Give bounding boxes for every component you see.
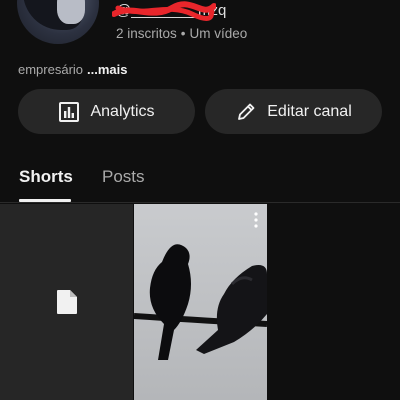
pencil-icon bbox=[238, 103, 255, 120]
tab-posts[interactable]: Posts bbox=[102, 167, 145, 187]
shorts-grid bbox=[0, 204, 400, 400]
edit-channel-button[interactable]: Editar canal bbox=[205, 89, 382, 134]
stats-separator: • bbox=[180, 26, 186, 41]
subscriber-count: 2 inscritos bbox=[116, 26, 177, 41]
video-thumbnail bbox=[134, 204, 267, 400]
channel-tabs: Shorts Posts bbox=[0, 160, 400, 203]
avatar-face bbox=[57, 0, 85, 24]
shorts-tile-video[interactable] bbox=[134, 204, 267, 400]
channel-description[interactable]: empresário ...mais bbox=[18, 62, 128, 77]
channel-avatar[interactable] bbox=[17, 0, 99, 44]
redaction-scribble bbox=[112, 1, 216, 21]
shorts-tile-empty bbox=[268, 204, 400, 400]
more-vert-icon[interactable] bbox=[253, 212, 259, 228]
analytics-icon bbox=[59, 101, 80, 122]
active-tab-indicator bbox=[19, 199, 71, 202]
file-icon bbox=[56, 290, 77, 314]
video-count: Um vídeo bbox=[189, 26, 248, 41]
analytics-button[interactable]: Analytics bbox=[18, 89, 195, 134]
channel-stats: 2 inscritos • Um vídeo bbox=[116, 26, 247, 41]
description-text: empresário bbox=[18, 62, 84, 77]
channel-page: @________mzq 2 inscritos • Um vídeo empres… bbox=[0, 0, 400, 400]
shorts-tile-file[interactable] bbox=[0, 204, 133, 400]
edit-channel-label: Editar canal bbox=[267, 102, 352, 120]
tab-shorts[interactable]: Shorts bbox=[19, 167, 73, 187]
more-link[interactable]: ...mais bbox=[87, 62, 127, 77]
analytics-label: Analytics bbox=[90, 102, 155, 120]
